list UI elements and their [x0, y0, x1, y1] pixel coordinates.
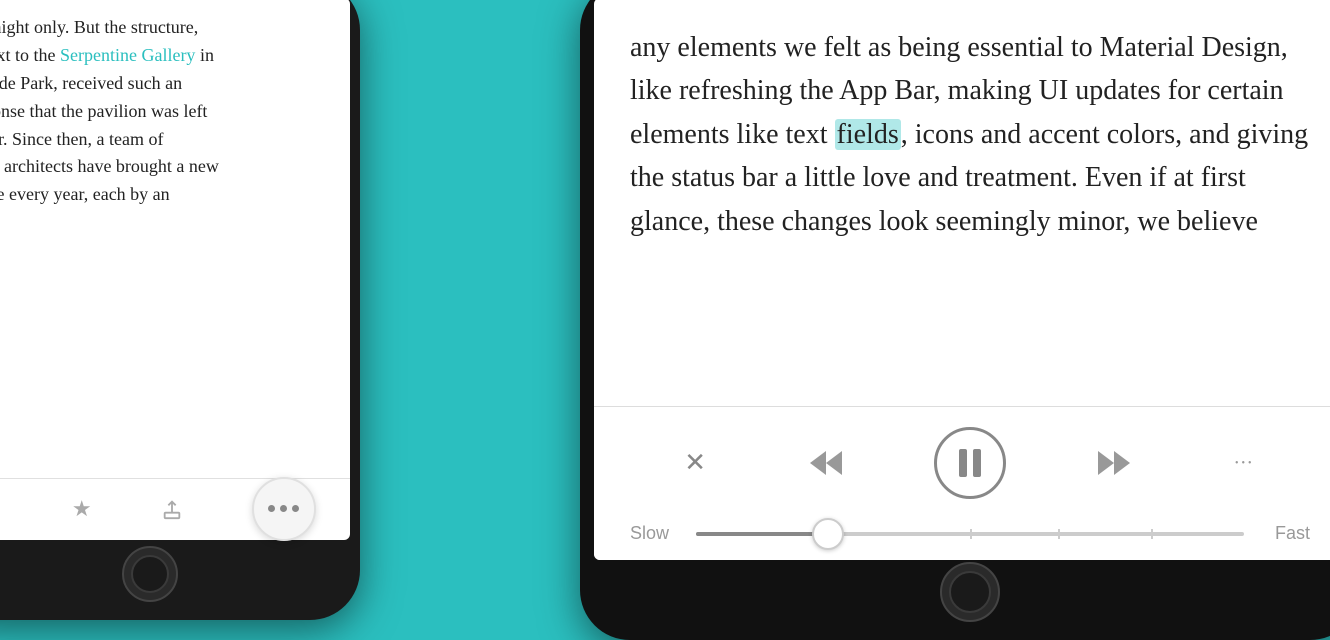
dot-2 — [280, 505, 287, 512]
text-line-7: to life every year, each by an — [0, 184, 170, 204]
left-toolbar: ✓ ★ — [0, 478, 350, 538]
pause-bar-left — [959, 449, 967, 477]
text-line-3: 's Hyde Park, received such an — [0, 73, 182, 93]
player-controls: ✕ — [630, 427, 1310, 499]
left-phone-screen: one night only. But the structure, at ne… — [0, 0, 350, 540]
slow-label: Slow — [630, 523, 680, 544]
reading-text: any elements we felt as being essential … — [630, 26, 1310, 243]
share-icon[interactable] — [161, 498, 183, 520]
more-options-button[interactable]: ••• — [1223, 441, 1267, 485]
right-home-button-inner — [949, 571, 991, 613]
speed-slider[interactable] — [696, 532, 1244, 536]
rewind-button[interactable] — [804, 441, 848, 485]
pause-button[interactable] — [934, 427, 1006, 499]
pause-icon — [959, 449, 981, 477]
check-icon[interactable]: ✓ — [0, 496, 3, 522]
text-line-2: at next to the Serpentine Gallery in — [0, 45, 214, 65]
more-button[interactable] — [252, 477, 316, 541]
close-button[interactable]: ✕ — [673, 441, 717, 485]
scene: one night only. But the structure, at ne… — [0, 0, 1330, 599]
text-word-before-highlight: text — [786, 119, 835, 150]
reading-area: any elements we felt as being essential … — [594, 0, 1330, 406]
left-reading-text: one night only. But the structure, at ne… — [0, 14, 338, 209]
text-line-5: mmer. Since then, a team of — [0, 129, 163, 149]
more-dots — [268, 505, 299, 512]
slider-thumb[interactable] — [812, 518, 844, 550]
phone-left: one night only. But the structure, at ne… — [0, 0, 360, 620]
tick-1 — [970, 529, 972, 539]
text-line-1: one night only. But the structure, — [0, 17, 198, 37]
speed-row: Slow Fast — [630, 523, 1310, 544]
fast-label: Fast — [1260, 523, 1310, 544]
serpentine-link[interactable]: Serpentine Gallery — [60, 45, 195, 65]
dot-3 — [292, 505, 299, 512]
highlighted-word: fields — [835, 119, 901, 150]
dot-1 — [268, 505, 275, 512]
tick-2 — [1058, 529, 1060, 539]
phone-right: any elements we felt as being essential … — [580, 0, 1330, 640]
text-line-4: response that the pavilion was left — [0, 101, 207, 121]
player-area: ✕ — [594, 406, 1330, 560]
tick-3 — [1151, 529, 1153, 539]
text-line-6: s and architects have brought a new — [0, 156, 219, 176]
right-home-button[interactable] — [940, 562, 1000, 622]
pause-bar-right — [973, 449, 981, 477]
star-icon[interactable]: ★ — [72, 496, 92, 522]
left-home-button-inner — [131, 555, 169, 593]
right-phone-screen: any elements we felt as being essential … — [594, 0, 1330, 560]
left-home-button[interactable] — [122, 546, 178, 602]
fast-forward-button[interactable] — [1092, 441, 1136, 485]
